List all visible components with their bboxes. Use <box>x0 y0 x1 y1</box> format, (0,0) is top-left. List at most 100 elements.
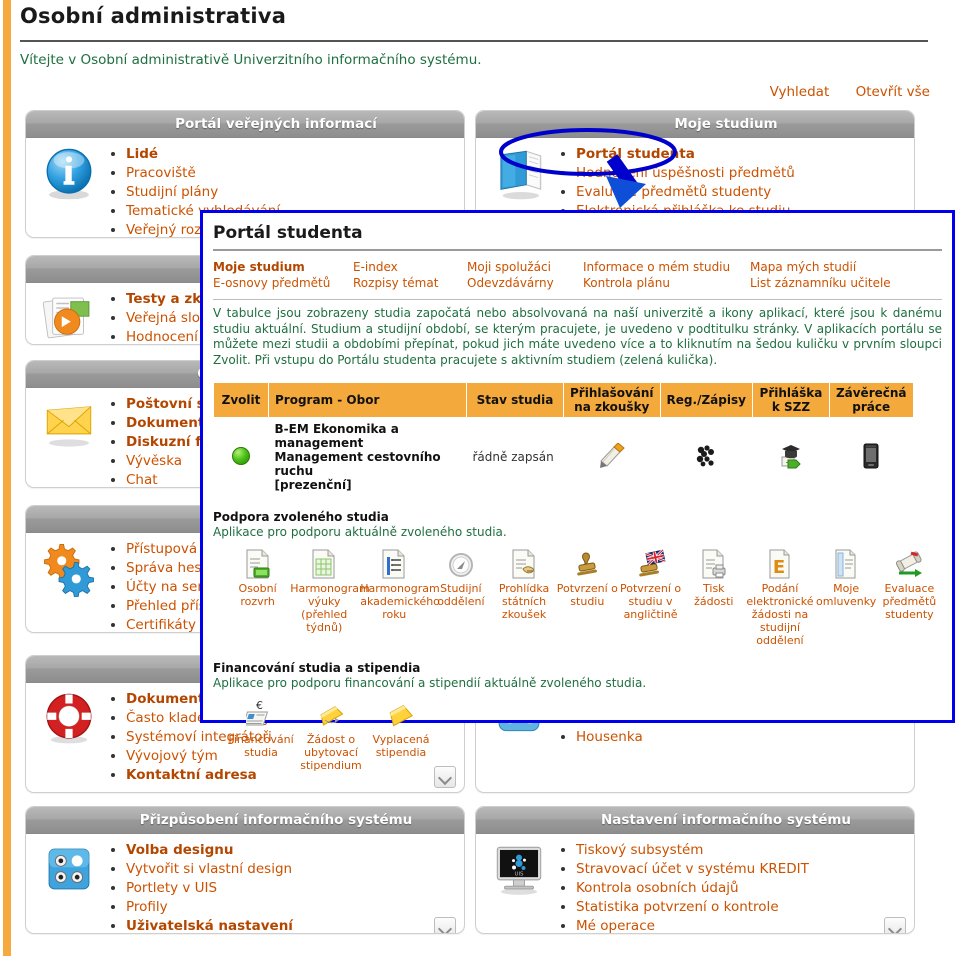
app-label: Harmonogram akademického roku <box>360 582 440 621</box>
nav-mapa-mych-studii[interactable]: Mapa mých studií <box>750 259 891 275</box>
link-lide[interactable]: Lidé <box>126 146 158 162</box>
open-all-link[interactable]: Otevřít vše <box>856 84 930 100</box>
section-title-support: Podpora zvoleného studia <box>213 510 389 524</box>
list-item[interactable]: Hodnocení úspěšnosti předmětů <box>576 165 904 182</box>
link-profily[interactable]: Profily <box>126 899 168 915</box>
app-zadost-o-ubytovaci-stipendium[interactable]: Žádost o ubytovací stipendium <box>297 696 365 772</box>
search-link[interactable]: Vyhledat <box>770 84 830 100</box>
app-harmonogram-akademickeho-roku[interactable]: Harmonogram akademického roku <box>360 545 440 647</box>
link-hodnoceni[interactable]: Hodnocení <box>126 329 198 344</box>
compass-icon <box>430 545 491 579</box>
cell-select[interactable] <box>214 418 269 497</box>
panel-nastaveni: Nastavení informačního systému UIS • Tis… <box>475 806 915 934</box>
nav-e-index[interactable]: E-index <box>353 259 463 275</box>
list-item[interactable]: Statistika potvrzení o kontrole <box>576 899 904 916</box>
list-item[interactable]: Portál studenta <box>576 146 904 163</box>
link-portlety-v-uis[interactable]: Portlety v UIS <box>126 880 217 896</box>
active-study-ball-icon[interactable] <box>232 446 250 465</box>
app-prohlidka-statnich-zkousek[interactable]: Prohlídka státních zkoušek <box>493 545 554 647</box>
link-uzivatelska-nastaveni[interactable]: Uživatelská nastavení <box>126 918 293 933</box>
app-evaluace-predmetu-studenty[interactable]: Evaluace předmětů studenty <box>879 545 940 647</box>
app-harmonogram-vyuky[interactable]: Harmonogram výuky (přehled týdnů) <box>290 545 370 647</box>
nav-list-zaznamniku-ucitele[interactable]: List záznamníku učitele <box>750 275 891 291</box>
registration-icon[interactable] <box>693 443 719 469</box>
app-moje-omluvenky[interactable]: Moje omluvenky <box>816 545 877 647</box>
svg-text:E: E <box>773 557 785 578</box>
list-item[interactable]: Profily <box>126 899 454 916</box>
popup-nav: Moje studium E-osnovy předmětů E-index R… <box>203 251 952 299</box>
thesis-icon[interactable] <box>860 443 882 469</box>
page-root: Osobní administrativa Vítejte v Osobní a… <box>0 0 976 956</box>
list-item[interactable]: Kontrola osobních údajů <box>576 880 904 897</box>
nav-kontrola-planu[interactable]: Kontrola plánu <box>583 275 746 291</box>
svg-text:UIS: UIS <box>514 871 524 877</box>
nav-column: Moji spolužáci Odevzdávárny <box>467 259 579 291</box>
panel-expander-button[interactable] <box>434 917 456 933</box>
list-item[interactable]: Evaluace předmětů studenty <box>576 184 904 201</box>
app-studijni-oddeleni[interactable]: Studijní oddělení <box>430 545 491 647</box>
svg-text:€: € <box>256 699 263 712</box>
page-title: Osobní administrativa <box>20 4 287 28</box>
list-item[interactable]: Lidé <box>126 146 454 163</box>
app-vyplacena-stipendia[interactable]: Vyplacená stipendia <box>367 696 435 772</box>
list-item[interactable]: Pracoviště <box>126 165 454 182</box>
graduation-application-icon[interactable] <box>778 443 804 469</box>
app-financovani-studia[interactable]: € Financování studia <box>227 696 295 772</box>
app-tisk-zadosti[interactable]: Tisk žádosti <box>683 545 744 647</box>
list-item[interactable]: Portlety v UIS <box>126 880 454 897</box>
book-icon <box>500 150 542 200</box>
nav-moji-spoluzaci[interactable]: Moji spolužáci <box>467 259 579 275</box>
link-stravovaci-ucet[interactable]: Stravovací účet v systému KREDIT <box>576 861 809 877</box>
link-evaluace-predmetu[interactable]: Evaluace předmětů studenty <box>576 184 771 200</box>
nav-informace-o-mem-studiu[interactable]: Informace o mém studiu <box>583 259 746 275</box>
link-tiskovy-subsystem[interactable]: Tiskový subsystém <box>576 842 703 858</box>
cell-exam-signup[interactable] <box>564 418 661 497</box>
list-item[interactable]: Mé operace <box>576 918 904 933</box>
app-grid-finance: € Financování studia Žádost o ubytovací … <box>227 696 942 772</box>
nav-rozpisy-temat[interactable]: Rozpisy témat <box>353 275 463 291</box>
link-me-operace[interactable]: Mé operace <box>576 918 655 933</box>
link-certifikaty[interactable]: Certifikáty <box>126 617 196 632</box>
link-vyvojovy-tym[interactable]: Vývojový tým <box>126 748 218 764</box>
col-reg-zapisy: Reg./Zápisy <box>659 382 753 418</box>
exam-signup-icon[interactable] <box>598 441 626 469</box>
app-label: Tisk žádosti <box>694 582 734 608</box>
app-label: Potvrzení o studiu v angličtině <box>619 582 682 621</box>
app-podani-elektronicke-zadosti[interactable]: E Podání elektronické žádosti na studijn… <box>746 545 814 647</box>
nav-moje-studium[interactable]: Moje studium <box>213 259 349 275</box>
panel-expander-button[interactable] <box>884 917 906 933</box>
app-label: Osobní rozvrh <box>238 582 277 608</box>
list-item[interactable]: Volba designu <box>126 842 454 859</box>
panel-title: Přizpůsobení informačního systému <box>26 807 464 834</box>
cell-registration[interactable] <box>660 418 752 497</box>
link-statistika-potvrzeni[interactable]: Statistika potvrzení o kontrole <box>576 899 779 915</box>
list-item[interactable]: Stravovací účet v systému KREDIT <box>576 861 904 878</box>
link-studijni-plany[interactable]: Studijní plány <box>126 184 218 200</box>
nav-e-osnovy-predmetu[interactable]: E-osnovy předmětů <box>213 275 349 291</box>
link-volba-designu[interactable]: Volba designu <box>126 842 233 858</box>
col-program-obor: Program - Obor <box>268 382 467 418</box>
app-osobni-rozvrh[interactable]: Osobní rozvrh <box>227 545 288 647</box>
link-chat[interactable]: Chat <box>126 472 158 487</box>
link-vlastni-design[interactable]: Vytvořit si vlastní design <box>126 861 292 877</box>
link-pracoviste[interactable]: Pracoviště <box>126 165 196 181</box>
app-potvrzeni-o-studiu-anglictina[interactable]: Potvrzení o studiu v angličtině <box>620 545 681 647</box>
list-item[interactable]: Studijní plány <box>126 184 454 201</box>
app-grid-support: Osobní rozvrh Harmonogram výuky (přehled… <box>227 545 942 647</box>
cell-thesis[interactable] <box>829 418 913 497</box>
list-item[interactable]: Uživatelská nastavení <box>126 918 454 933</box>
list-item[interactable]: Vytvořit si vlastní design <box>126 861 454 878</box>
app-potvrzeni-o-studiu[interactable]: Potvrzení o studiu <box>557 545 618 647</box>
cell-program: B-EM Ekonomika a management Management c… <box>269 418 467 497</box>
evaluation-icon <box>879 545 940 579</box>
nav-odevzdavarny[interactable]: Odevzdávárny <box>467 275 579 291</box>
link-vyveska[interactable]: Vývěska <box>126 453 182 469</box>
link-hodnoceni-uspesnosti[interactable]: Hodnocení úspěšnosti předmětů <box>576 165 795 181</box>
app-label: Financování studia <box>228 733 294 759</box>
panel-link-list: Volba designu Vytvořit si vlastní design… <box>108 842 454 933</box>
portal-studenta-popup: Portál studenta Moje studium E-osnovy př… <box>200 210 955 772</box>
cell-szz-application[interactable] <box>752 418 829 497</box>
list-item[interactable]: Tiskový subsystém <box>576 842 904 859</box>
link-portal-studenta[interactable]: Portál studenta <box>576 146 695 162</box>
link-kontrola-osobnich-udaju[interactable]: Kontrola osobních údajů <box>576 880 739 896</box>
